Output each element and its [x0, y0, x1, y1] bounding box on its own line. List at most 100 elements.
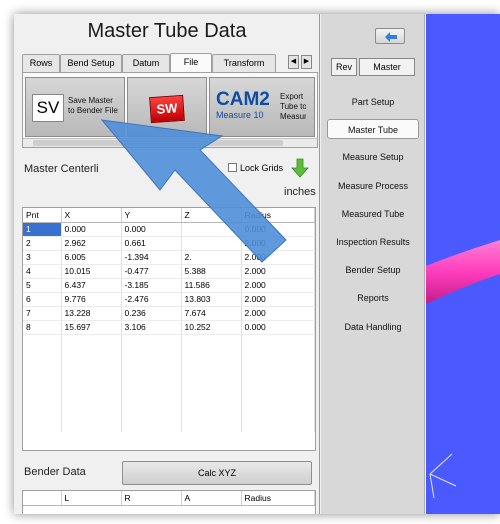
table-cell[interactable]: 2.962 [61, 236, 122, 251]
table-cell[interactable]: 2.000 [241, 250, 315, 265]
tab-file[interactable]: File [170, 53, 212, 72]
table-cell[interactable]: 2.000 [241, 236, 315, 251]
nav-bender-setup[interactable]: Bender Setup [327, 260, 419, 280]
table-cell[interactable]: 4 [23, 264, 62, 279]
table-cell[interactable]: 2 [23, 236, 62, 251]
tube-3d-view[interactable] [426, 14, 500, 514]
table-row[interactable]: 6 9.776 -2.476 13.803 2.000 [23, 292, 315, 307]
cam2-export-button[interactable]: CAM2 Measure 10 Export M Tube to Measure [209, 77, 315, 137]
table-row[interactable]: 5 6.437 -3.185 11.586 2.000 [23, 278, 315, 293]
ribbon-scroll-thumb[interactable] [33, 140, 283, 146]
table-cell[interactable]: 11.586 [181, 278, 242, 293]
table-cell[interactable]: 0.000 [61, 222, 122, 237]
checkbox-icon[interactable] [228, 163, 237, 172]
solidworks-button[interactable]: SW [127, 77, 207, 137]
col-header[interactable]: Y [121, 208, 182, 223]
tab-scroll-right-icon[interactable]: ▶ [301, 55, 312, 69]
tab-bar: Rows Bend Setup Datum File Transform ◀ ▶ [22, 53, 318, 72]
table-cell [121, 390, 182, 404]
tube-segment[interactable] [426, 240, 500, 304]
nav-inspection-results[interactable]: Inspection Results [327, 232, 419, 252]
col-header[interactable]: L [61, 491, 122, 506]
table-cell[interactable]: 8 [23, 320, 62, 335]
tab-transform[interactable]: Transform [212, 54, 276, 72]
master-centerline-grid[interactable]: Pnt X Y Z Radius 1 0.000 0.000 0.000 2 2.962 0… [22, 207, 316, 451]
table-cell[interactable]: 3 [23, 250, 62, 265]
table-cell[interactable]: 0.000 [241, 222, 315, 237]
col-header[interactable]: Radius [241, 491, 315, 506]
table-cell[interactable] [181, 236, 242, 251]
arrow-left-icon [385, 32, 397, 42]
nav-measure-setup[interactable]: Measure Setup [327, 147, 419, 167]
bender-data-grid[interactable]: L R A Radius [22, 490, 316, 514]
table-cell[interactable]: 2. [181, 250, 242, 265]
nav-master-tube[interactable]: Master Tube [327, 119, 419, 139]
table-cell[interactable]: 0.661 [121, 236, 182, 251]
table-cell[interactable]: 5 [23, 278, 62, 293]
tab-bend-setup[interactable]: Bend Setup [60, 54, 122, 72]
col-header[interactable] [23, 491, 62, 506]
table-cell[interactable]: -1.394 [121, 250, 182, 265]
table-cell[interactable]: 2.000 [241, 306, 315, 321]
nav-measure-process[interactable]: Measure Process [327, 176, 419, 196]
col-header[interactable]: Radius [241, 208, 315, 223]
table-cell[interactable]: 2.000 [241, 278, 315, 293]
table-cell[interactable]: 0.000 [241, 320, 315, 335]
table-row[interactable]: 1 0.000 0.000 0.000 [23, 222, 315, 237]
rev-button[interactable]: Rev [331, 58, 357, 76]
arrow-down-icon[interactable] [290, 158, 310, 178]
table-cell[interactable]: 0.000 [121, 222, 182, 237]
table-row[interactable]: 4 10.015 -0.477 5.388 2.000 [23, 264, 315, 279]
table-cell[interactable]: 2.000 [241, 292, 315, 307]
table-cell [121, 334, 182, 348]
table-cell[interactable]: 1 [23, 222, 62, 237]
lock-grids-checkbox[interactable]: Lock Grids [228, 163, 283, 173]
nav-data-handling[interactable]: Data Handling [327, 317, 419, 337]
table-cell[interactable]: 6.437 [61, 278, 122, 293]
master-button[interactable]: Master [359, 58, 415, 76]
table-cell [181, 390, 242, 404]
table-cell[interactable]: 2.000 [241, 264, 315, 279]
table-row[interactable]: 7 13.228 0.236 7.674 2.000 [23, 306, 315, 321]
back-button[interactable] [375, 28, 405, 44]
table-cell[interactable]: 15.697 [61, 320, 122, 335]
table-cell[interactable]: -0.477 [121, 264, 182, 279]
table-cell[interactable]: 6.005 [61, 250, 122, 265]
table-cell [181, 404, 242, 418]
col-header[interactable]: X [61, 208, 122, 223]
col-header[interactable]: Z [181, 208, 242, 223]
table-cell[interactable]: 7 [23, 306, 62, 321]
table-row[interactable]: 3 6.005 -1.394 2. 2.000 [23, 250, 315, 265]
table-cell[interactable]: 10.252 [181, 320, 242, 335]
tab-scroll-left-icon[interactable]: ◀ [288, 55, 299, 69]
table-cell[interactable]: 0.236 [121, 306, 182, 321]
col-header[interactable]: Pnt [23, 208, 62, 223]
table-cell [61, 418, 122, 432]
table-cell[interactable]: 5.388 [181, 264, 242, 279]
table-cell[interactable] [181, 222, 242, 237]
tab-datum[interactable]: Datum [122, 54, 170, 72]
table-cell[interactable]: -2.476 [121, 292, 182, 307]
3d-viewport[interactable] [426, 14, 500, 514]
table-cell[interactable]: 3.106 [121, 320, 182, 335]
table-cell [181, 376, 242, 390]
nav-reports[interactable]: Reports [327, 288, 419, 308]
table-cell[interactable]: 13.803 [181, 292, 242, 307]
table-row[interactable]: 8 15.697 3.106 10.252 0.000 [23, 320, 315, 335]
table-cell[interactable]: 6 [23, 292, 62, 307]
table-cell[interactable]: 7.674 [181, 306, 242, 321]
nav-measured-tube[interactable]: Measured Tube [327, 204, 419, 224]
calc-xyz-button[interactable]: Calc XYZ [122, 461, 312, 485]
table-cell [61, 348, 122, 362]
table-row[interactable]: 2 2.962 0.661 2.000 [23, 236, 315, 251]
save-master-button[interactable]: SV Save Master to Bender File [25, 77, 125, 137]
table-cell[interactable]: 13.228 [61, 306, 122, 321]
col-header[interactable]: R [121, 491, 182, 506]
table-cell[interactable]: 10.015 [61, 264, 122, 279]
ribbon-scrollbar[interactable] [23, 138, 317, 147]
col-header[interactable]: A [181, 491, 242, 506]
table-cell[interactable]: -3.185 [121, 278, 182, 293]
tab-rows[interactable]: Rows [22, 54, 60, 72]
nav-part-setup[interactable]: Part Setup [327, 92, 419, 112]
table-cell[interactable]: 9.776 [61, 292, 122, 307]
